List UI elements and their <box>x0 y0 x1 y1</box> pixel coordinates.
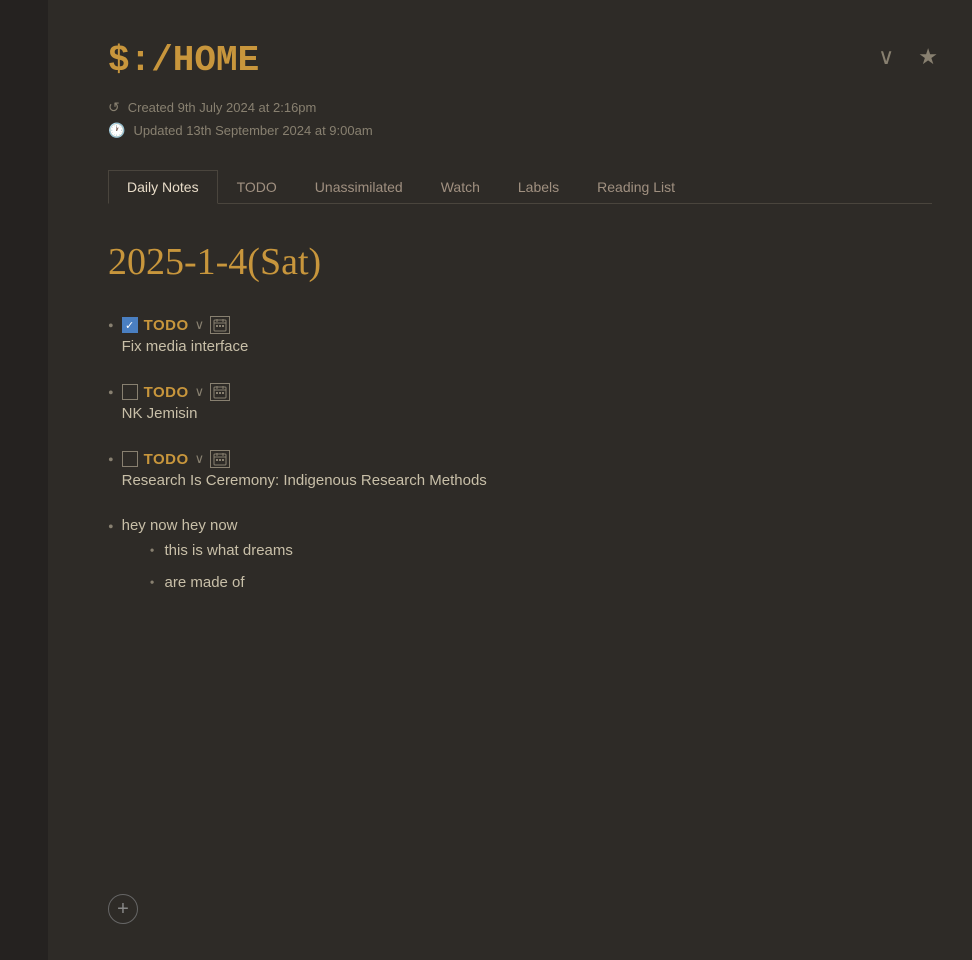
todo-chevron-icon[interactable]: ∨ <box>195 384 205 400</box>
chevron-button[interactable]: ∨ <box>874 40 898 74</box>
note-text-3: Research Is Ceremony: Indigenous Researc… <box>122 472 932 489</box>
sub-notes: • this is what dreams • are made of <box>150 542 293 592</box>
list-item: • hey now hey now • this is what dreams … <box>108 517 932 606</box>
tab-todo[interactable]: TODO <box>218 170 296 204</box>
tab-labels[interactable]: Labels <box>499 170 578 204</box>
tab-unassimilated[interactable]: Unassimilated <box>296 170 422 204</box>
calendar-icon-1[interactable] <box>210 316 230 334</box>
todo-chevron-icon[interactable]: ∨ <box>195 451 205 467</box>
hey-now-content: hey now hey now • this is what dreams • … <box>122 517 293 606</box>
tab-watch[interactable]: Watch <box>422 170 499 204</box>
history-icon: ↺ <box>108 99 120 116</box>
header-area: $:/HOME ↺ Created 9th July 2024 at 2:16p… <box>108 40 932 139</box>
sub-bullet-icon: • <box>150 576 155 592</box>
main-content: $:/HOME ↺ Created 9th July 2024 at 2:16p… <box>48 0 972 960</box>
bullet-dot: • <box>108 319 114 335</box>
todo-row: TODO ∨ <box>122 316 932 334</box>
tabs-bar: Daily Notes TODO Unassimilated Watch Lab… <box>108 169 932 204</box>
hey-now-text: hey now hey now <box>122 517 293 534</box>
list-item: • TODO ∨ <box>108 450 932 489</box>
clock-icon: 🕐 <box>108 122 125 139</box>
sub-bullet-icon: • <box>150 544 155 560</box>
todo-chevron-icon[interactable]: ∨ <box>195 317 205 333</box>
note-item-content: TODO ∨ NK Jemisin <box>122 383 932 422</box>
todo-label: TODO <box>144 317 189 334</box>
note-item-content: TODO ∨ Fix media int <box>122 316 932 355</box>
todo-row: TODO ∨ <box>122 450 932 468</box>
calendar-icon-3[interactable] <box>210 450 230 468</box>
note-text-1: Fix media interface <box>122 338 932 355</box>
sidebar <box>0 0 48 960</box>
note-item-content: TODO ∨ Research Is C <box>122 450 932 489</box>
list-item: • TODO ∨ <box>108 383 932 422</box>
date-heading: 2025-1-4(Sat) <box>108 240 932 284</box>
bullet-dot: • <box>108 453 114 469</box>
created-meta: ↺ Created 9th July 2024 at 2:16pm <box>108 99 932 116</box>
add-button[interactable]: + <box>108 894 138 924</box>
todo-checkbox-2[interactable] <box>122 384 138 400</box>
page-title: $:/HOME <box>108 40 932 81</box>
sub-note-text-2: are made of <box>165 574 245 591</box>
tab-daily-notes[interactable]: Daily Notes <box>108 170 218 204</box>
bullet-dot: • <box>108 386 114 402</box>
star-button[interactable]: ★ <box>914 40 942 74</box>
updated-label: Updated 13th September 2024 at 9:00am <box>133 123 372 138</box>
list-item: • TODO ∨ <box>108 316 932 355</box>
calendar-icon-2[interactable] <box>210 383 230 401</box>
created-label: Created 9th July 2024 at 2:16pm <box>128 100 317 115</box>
sub-note-item: • are made of <box>150 574 293 592</box>
sub-note-item: • this is what dreams <box>150 542 293 560</box>
sub-note-text-1: this is what dreams <box>165 542 293 559</box>
note-text-2: NK Jemisin <box>122 405 932 422</box>
header-actions: ∨ ★ <box>874 40 942 74</box>
todo-label: TODO <box>144 451 189 468</box>
notes-list: • TODO ∨ <box>108 316 932 606</box>
todo-checkbox-3[interactable] <box>122 451 138 467</box>
todo-row: TODO ∨ <box>122 383 932 401</box>
updated-meta: 🕐 Updated 13th September 2024 at 9:00am <box>108 122 932 139</box>
todo-checkbox-1[interactable] <box>122 317 138 333</box>
bullet-dot: • <box>108 519 114 537</box>
tab-reading-list[interactable]: Reading List <box>578 170 694 204</box>
todo-label: TODO <box>144 384 189 401</box>
